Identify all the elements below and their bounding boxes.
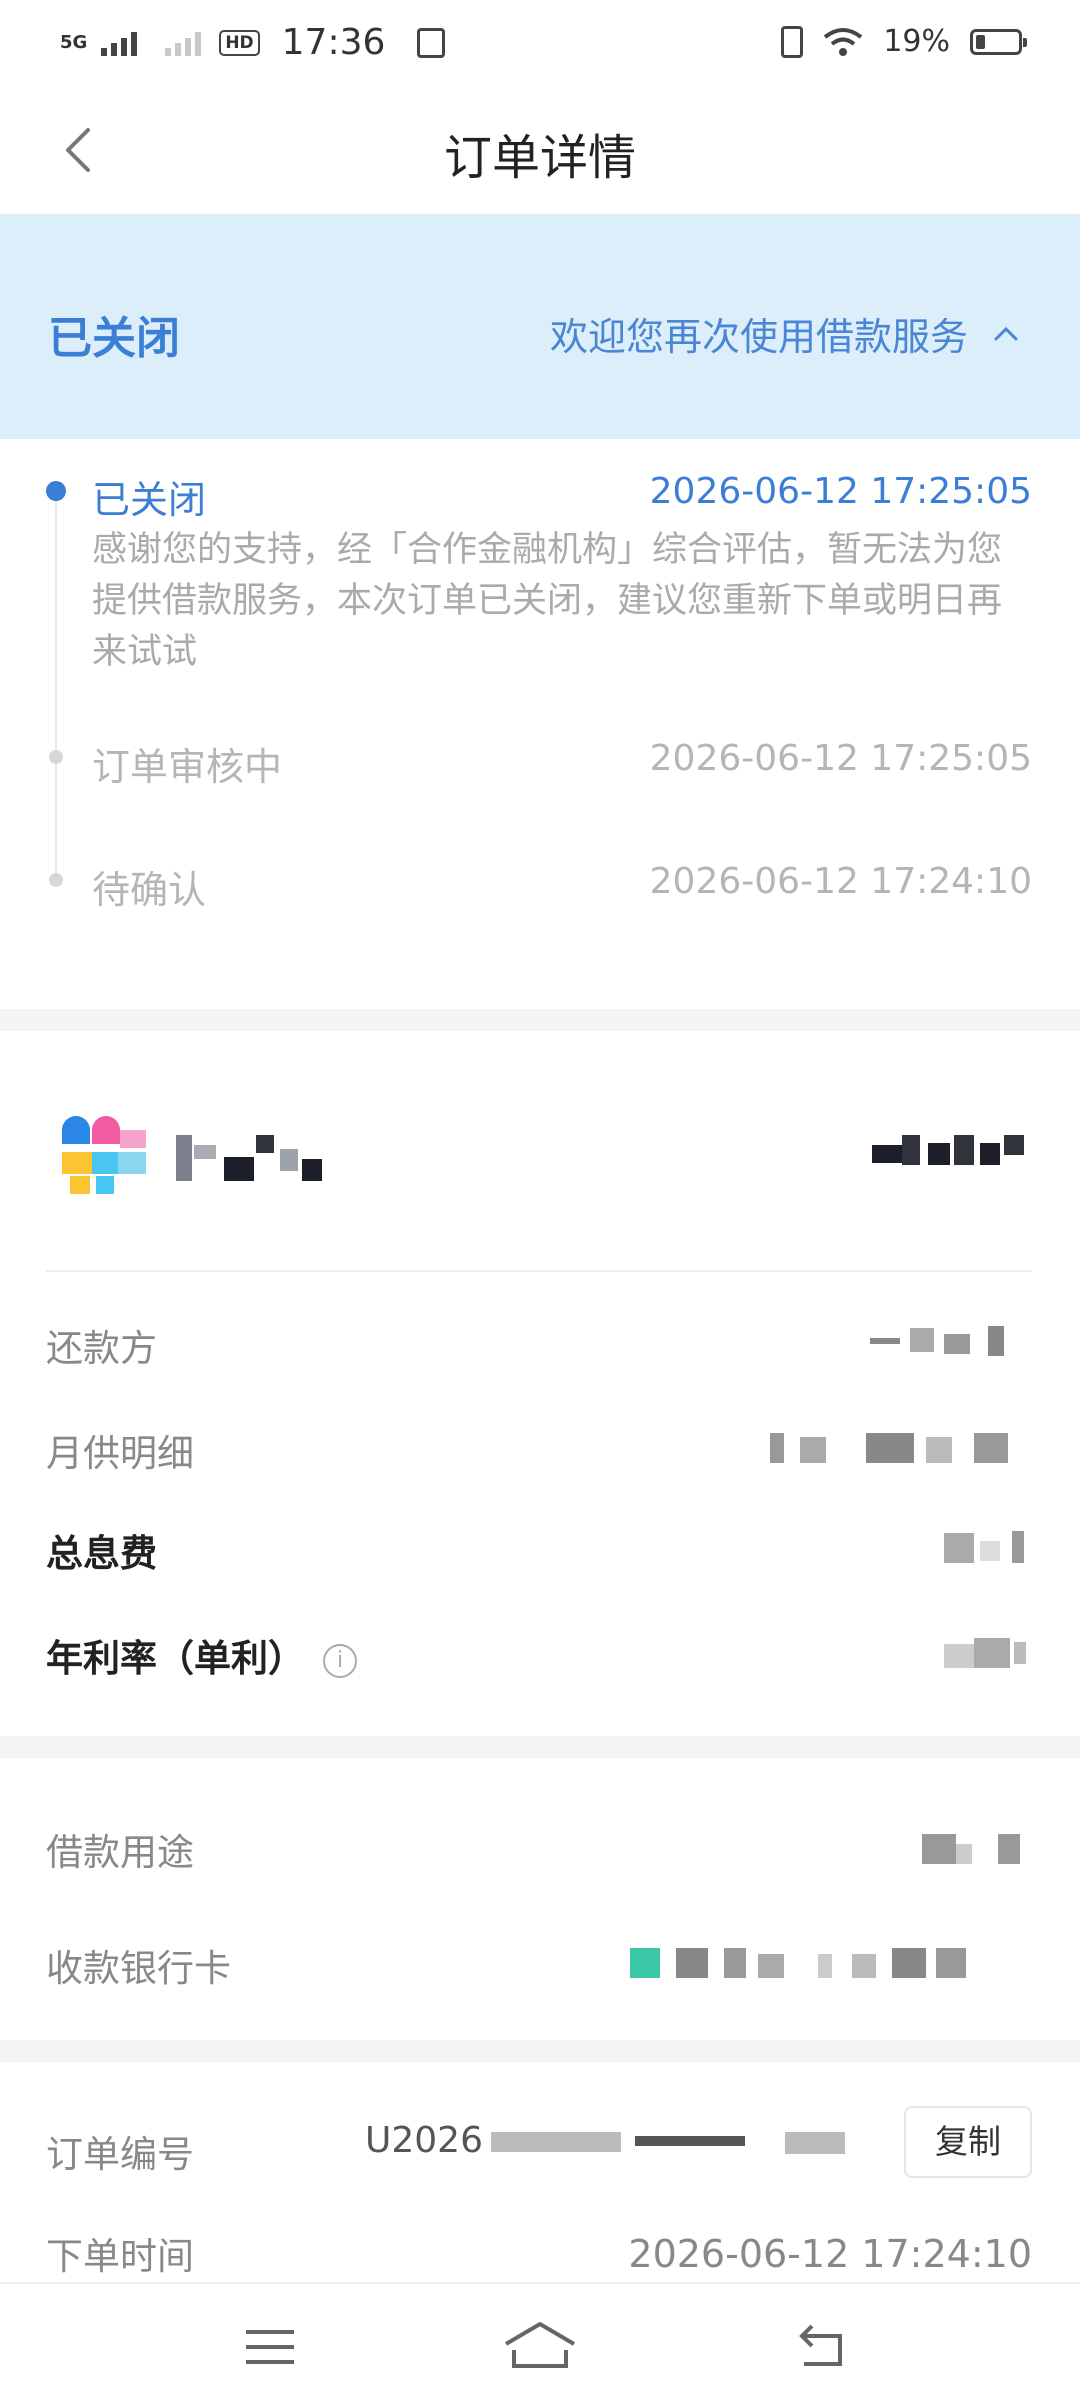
- banner-toggle[interactable]: 欢迎您再次使用借款服务: [550, 306, 1020, 361]
- timeline-dot: [49, 750, 63, 764]
- product-name-redacted: [172, 1131, 342, 1191]
- order-timeline: 已关闭 2026-06-12 17:25:05 感谢您的支持，经「合作金融机构」…: [0, 439, 1080, 1009]
- system-nav-bar: [0, 2282, 1080, 2408]
- network-type: 5G: [60, 31, 88, 53]
- row-value-redacted: [940, 1632, 1030, 1674]
- annual-rate-label: 年利率（单利） i: [46, 1628, 357, 1682]
- row-value-redacted: [920, 1826, 1030, 1868]
- signal-secondary-icon: [165, 30, 202, 56]
- row-annual-rate: 年利率（单利） i: [0, 1616, 1080, 1696]
- product-logo-icon: [62, 1116, 146, 1196]
- loan-amount-redacted: [870, 1131, 1030, 1181]
- row-label: 借款用途: [46, 1831, 194, 1874]
- vibrate-icon: [781, 25, 804, 58]
- timeline-label: 订单审核中: [92, 745, 283, 789]
- row-label: 还款方: [46, 1327, 157, 1370]
- section-divider: [0, 1736, 1080, 1758]
- page-title: 订单详情: [443, 130, 636, 186]
- section-divider: [0, 2040, 1080, 2062]
- section-divider: [0, 1009, 1080, 1031]
- timeline-time: 2026-06-12 17:24:10: [649, 861, 1032, 902]
- battery-level: [976, 34, 985, 49]
- info-icon[interactable]: i: [323, 1643, 357, 1678]
- signal-icon: [101, 30, 138, 56]
- battery-percent: 19%: [883, 24, 950, 59]
- order-info: 订单编号 U2026 复制 下单时间 2026-06-12 17:24:10: [0, 2062, 1080, 2282]
- row-repayment-method: 还款方: [0, 1306, 1080, 1386]
- sim-icon: [417, 27, 446, 58]
- row-value-redacted: [870, 1322, 1030, 1364]
- timeline-time: 2026-06-12 17:25:05: [649, 738, 1032, 779]
- order-status: 已关闭: [48, 313, 180, 364]
- row-bank-card[interactable]: 收款银行卡: [0, 1926, 1080, 2006]
- row-value-redacted: [630, 1942, 1030, 1984]
- copy-button[interactable]: 复制: [904, 2106, 1032, 2178]
- timeline-dot: [49, 873, 63, 887]
- wifi-icon: [824, 27, 863, 56]
- row-label: 年利率（单利）: [46, 1637, 305, 1680]
- loan-extra-info: 借款用途 收款银行卡: [0, 1758, 1080, 2040]
- home-icon[interactable]: [500, 2314, 580, 2380]
- timeline-dot: [46, 481, 66, 501]
- clock: 17:36: [281, 22, 386, 63]
- hd-badge: HD: [219, 29, 260, 56]
- timeline-line: [55, 487, 57, 887]
- order-time-value: 2026-06-12 17:24:10: [628, 2232, 1032, 2276]
- row-label: 订单编号: [46, 2133, 194, 2176]
- menu-icon[interactable]: [230, 2314, 310, 2380]
- banner-message: 欢迎您再次使用借款服务: [549, 315, 968, 359]
- status-banner: 已关闭 欢迎您再次使用借款服务: [0, 214, 1080, 439]
- row-monthly-detail: 月供明细: [0, 1411, 1080, 1491]
- row-label: 收款银行卡: [46, 1947, 231, 1990]
- row-loan-purpose: 借款用途: [0, 1810, 1080, 1890]
- loan-product-card: 还款方 月供明细 总息费 年利率（单利） i: [0, 1031, 1080, 1736]
- timeline-time: 2026-06-12 17:25:05: [649, 471, 1032, 512]
- header: 订单详情: [0, 84, 1080, 214]
- divider: [46, 1270, 1032, 1272]
- row-value-redacted: [940, 1527, 1030, 1569]
- status-bar: 5G HD 17:36 19%: [0, 0, 1080, 84]
- row-label: 总息费: [46, 1532, 157, 1575]
- timeline-description: 感谢您的支持，经「合作金融机构」综合评估，暂无法为您提供借款服务，本次订单已关闭…: [92, 530, 1003, 672]
- row-value-redacted: [760, 1427, 1030, 1469]
- row-total-interest: 总息费: [0, 1511, 1080, 1591]
- back-icon[interactable]: [782, 2314, 862, 2380]
- row-label: 月供明细: [46, 1432, 194, 1475]
- timeline-label: 待确认: [92, 868, 207, 912]
- chevron-up-icon: [994, 326, 1018, 340]
- row-label: 下单时间: [46, 2235, 194, 2278]
- order-number-redacted: U2026: [365, 2118, 885, 2168]
- timeline-label: 已关闭: [92, 478, 207, 522]
- order-number-partial: U2026: [365, 2120, 483, 2161]
- battery-icon: [970, 28, 1027, 55]
